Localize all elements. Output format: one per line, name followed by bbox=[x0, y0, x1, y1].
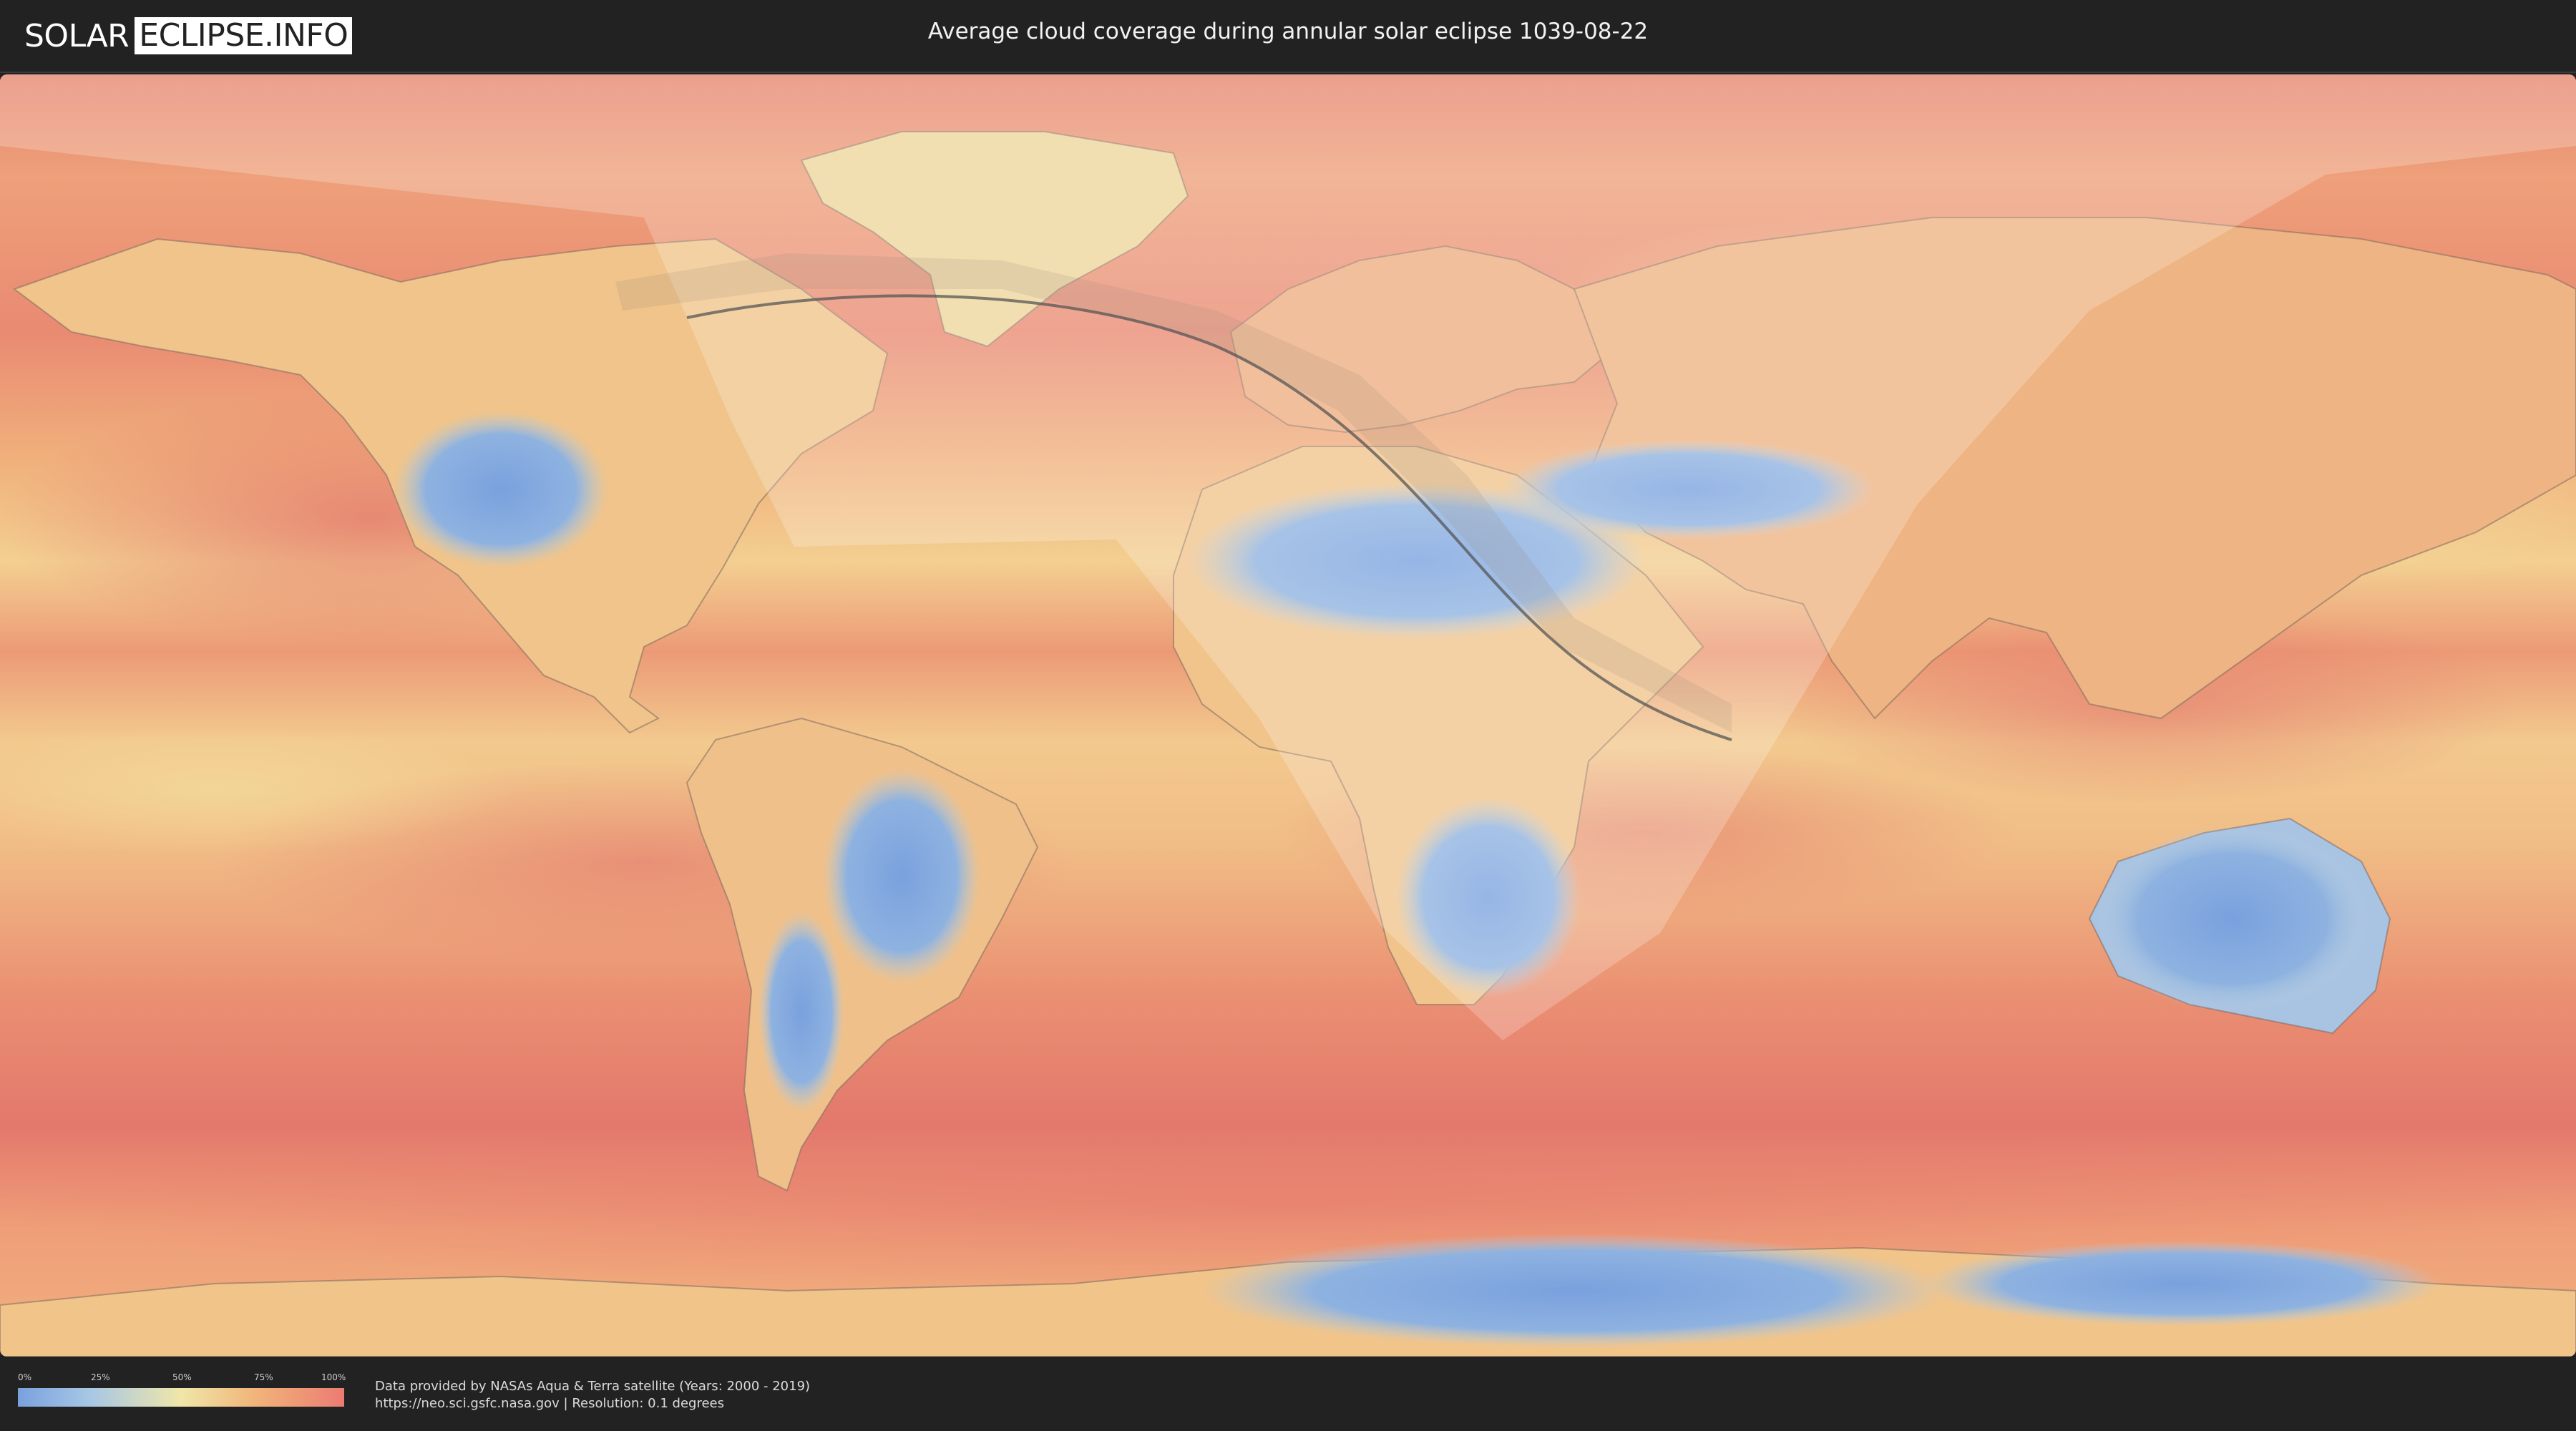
legend-tick-50: 50% bbox=[172, 1372, 192, 1382]
data-credits: Data provided by NASAs Aqua & Terra sate… bbox=[375, 1378, 810, 1412]
cloud-coverage-map[interactable] bbox=[0, 74, 2576, 1357]
header-bar: SOLAR ECLIPSE.INFO Average cloud coverag… bbox=[0, 0, 2576, 73]
map-title: Average cloud coverage during annular so… bbox=[927, 19, 1649, 44]
map-canvas bbox=[0, 74, 2576, 1357]
cloud-coverage-legend: 0% 25% 50% 75% 100% bbox=[18, 1372, 346, 1415]
footer-bar: 0% 25% 50% 75% 100% Data provided by NAS… bbox=[0, 1357, 2576, 1431]
legend-tick-0: 0% bbox=[18, 1372, 32, 1382]
legend-tick-25: 25% bbox=[91, 1372, 110, 1382]
credit-line-url[interactable]: https://neo.sci.gsfc.nasa.gov | Resoluti… bbox=[375, 1395, 810, 1412]
legend-color-bar bbox=[18, 1388, 344, 1407]
legend-tick-75: 75% bbox=[254, 1372, 273, 1382]
credit-line-source: Data provided by NASAs Aqua & Terra sate… bbox=[375, 1379, 811, 1394]
legend-tick-100: 100% bbox=[321, 1372, 346, 1382]
